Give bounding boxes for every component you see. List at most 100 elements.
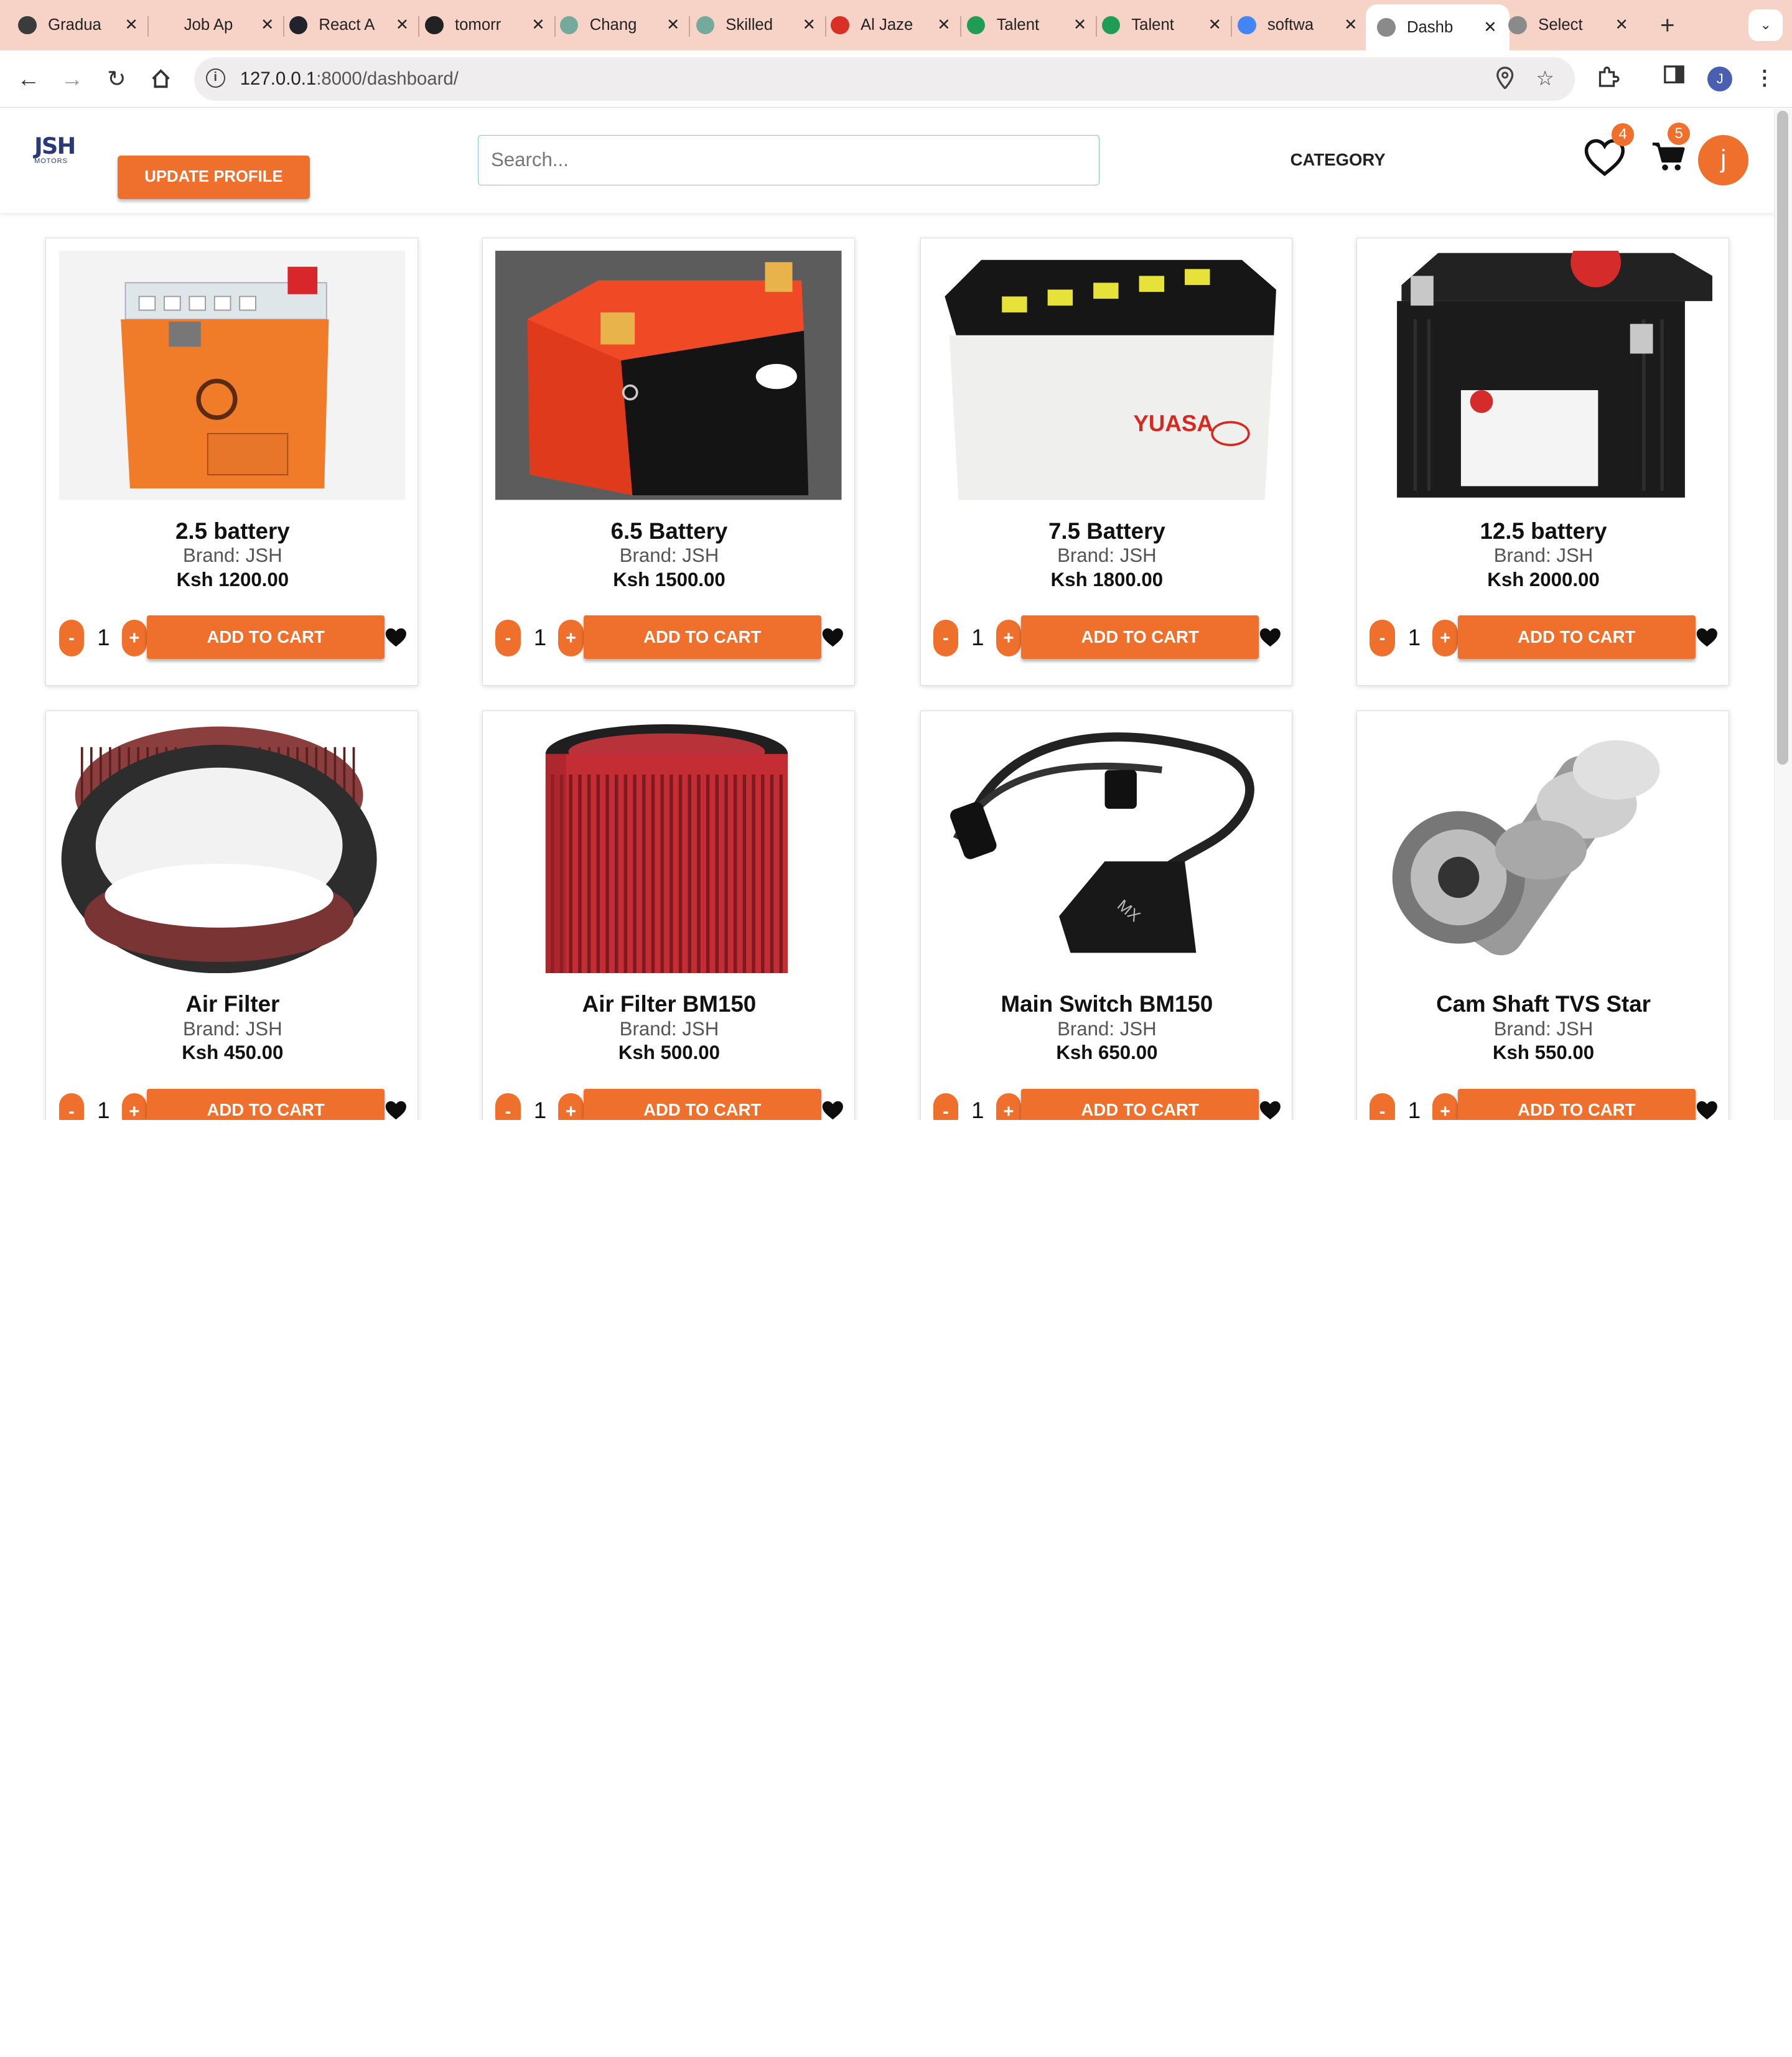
site-info-icon[interactable]: i bbox=[205, 68, 225, 88]
browser-tab[interactable]: tomorr ✕ bbox=[425, 0, 556, 50]
decrease-quantity-button[interactable]: - bbox=[933, 620, 959, 657]
new-tab-button[interactable]: + bbox=[1654, 11, 1681, 39]
quantity-value: 1 bbox=[533, 1098, 547, 1120]
close-tab-icon[interactable]: ✕ bbox=[1343, 16, 1359, 34]
product-name[interactable]: Main Switch BM150 bbox=[921, 991, 1294, 1017]
product-name[interactable]: 2.5 battery bbox=[46, 518, 419, 544]
product-name[interactable]: 7.5 Battery bbox=[921, 518, 1294, 544]
browser-tab[interactable]: Chang ✕ bbox=[559, 0, 691, 50]
side-panel-icon[interactable] bbox=[1661, 65, 1688, 93]
add-to-wishlist-button[interactable] bbox=[821, 1100, 844, 1120]
increase-quantity-button[interactable]: + bbox=[121, 1093, 147, 1120]
product-image[interactable] bbox=[495, 724, 842, 974]
close-tab-icon[interactable]: ✕ bbox=[1613, 16, 1630, 34]
browser-tab[interactable]: Al Jaze ✕ bbox=[831, 0, 961, 50]
add-to-cart-button[interactable]: ADD TO CART bbox=[1021, 615, 1259, 659]
add-to-wishlist-button[interactable] bbox=[1696, 627, 1719, 648]
decrease-quantity-button[interactable]: - bbox=[58, 1093, 85, 1120]
add-to-wishlist-button[interactable] bbox=[1259, 627, 1282, 648]
url-text[interactable]: 127.0.0.1:8000/dashboard/ bbox=[240, 68, 459, 90]
forward-arrow-icon[interactable]: → bbox=[57, 64, 87, 94]
browser-tab[interactable]: React A ✕ bbox=[289, 0, 419, 50]
extensions-puzzle-icon[interactable] bbox=[1594, 65, 1622, 93]
browser-tab[interactable]: Dashb ✕ bbox=[1365, 4, 1510, 50]
increase-quantity-button[interactable]: + bbox=[1432, 620, 1458, 657]
product-name[interactable]: 6.5 Battery bbox=[483, 518, 856, 544]
close-tab-icon[interactable]: ✕ bbox=[394, 16, 411, 34]
product-image[interactable] bbox=[495, 251, 842, 500]
product-name[interactable]: 12.5 battery bbox=[1357, 518, 1730, 544]
bookmark-star-icon[interactable]: ☆ bbox=[1533, 67, 1557, 91]
product-name[interactable]: Cam Shaft TVS Star bbox=[1357, 991, 1730, 1017]
add-to-cart-button[interactable]: ADD TO CART bbox=[583, 1088, 821, 1120]
increase-quantity-button[interactable]: + bbox=[121, 620, 147, 657]
search-input[interactable] bbox=[477, 134, 1099, 185]
increase-quantity-button[interactable]: + bbox=[558, 1093, 584, 1120]
decrease-quantity-button[interactable]: - bbox=[1370, 1093, 1395, 1120]
reload-icon[interactable]: ↻ bbox=[101, 64, 131, 94]
close-tab-icon[interactable]: ✕ bbox=[936, 16, 952, 34]
product-name[interactable]: Air Filter bbox=[46, 991, 419, 1017]
decrease-quantity-button[interactable]: - bbox=[1370, 620, 1395, 657]
product-image[interactable] bbox=[58, 724, 406, 974]
add-to-cart-button[interactable]: ADD TO CART bbox=[1457, 1088, 1696, 1120]
product-name[interactable]: Air Filter BM150 bbox=[483, 991, 856, 1017]
address-bar[interactable]: i 127.0.0.1:8000/dashboard/ ☆ bbox=[194, 57, 1575, 101]
location-pin-icon[interactable] bbox=[1493, 66, 1518, 91]
browser-tab[interactable]: Skilled ✕ bbox=[696, 0, 826, 50]
browser-tab-title: Talent bbox=[1131, 16, 1174, 34]
increase-quantity-button[interactable]: + bbox=[1432, 1093, 1458, 1120]
add-to-wishlist-button[interactable] bbox=[385, 1100, 408, 1120]
product-image[interactable]: YUASA bbox=[933, 251, 1280, 500]
product-image[interactable]: MX bbox=[933, 724, 1280, 974]
close-tab-icon[interactable]: ✕ bbox=[1072, 16, 1088, 34]
product-image[interactable] bbox=[58, 251, 406, 500]
add-to-cart-button[interactable]: ADD TO CART bbox=[147, 1088, 385, 1120]
browser-tab[interactable]: Talent ✕ bbox=[1101, 0, 1232, 50]
update-profile-button[interactable]: UPDATE PROFILE bbox=[118, 155, 310, 199]
heart-filled-icon bbox=[1696, 1101, 1717, 1120]
add-to-cart-button[interactable]: ADD TO CART bbox=[1021, 1088, 1259, 1120]
increase-quantity-button[interactable]: + bbox=[996, 620, 1022, 657]
browser-tab[interactable]: Talent ✕ bbox=[966, 0, 1098, 50]
add-to-cart-button[interactable]: ADD TO CART bbox=[1457, 615, 1696, 659]
browser-tab[interactable]: softwa ✕ bbox=[1238, 0, 1359, 50]
jsh-motors-logo[interactable]: JSH MOTORS bbox=[34, 133, 82, 172]
wishlist-button[interactable]: 4 bbox=[1583, 123, 1635, 177]
add-to-wishlist-button[interactable] bbox=[1696, 1100, 1719, 1120]
close-tab-icon[interactable]: ✕ bbox=[259, 16, 276, 34]
close-tab-icon[interactable]: ✕ bbox=[665, 16, 681, 34]
user-avatar[interactable]: j bbox=[1698, 134, 1749, 185]
decrease-quantity-button[interactable]: - bbox=[495, 620, 521, 657]
increase-quantity-button[interactable]: + bbox=[996, 1093, 1022, 1120]
decrease-quantity-button[interactable]: - bbox=[58, 620, 85, 657]
back-arrow-icon[interactable]: ← bbox=[14, 64, 44, 94]
browser-tab[interactable]: Select ✕ bbox=[1508, 0, 1630, 50]
add-to-wishlist-button[interactable] bbox=[1259, 1100, 1282, 1120]
add-to-wishlist-button[interactable] bbox=[385, 627, 408, 648]
browser-tab-title: Skilled bbox=[726, 16, 773, 34]
browser-profile-avatar[interactable]: J bbox=[1707, 66, 1733, 91]
tab-search-chevron-icon[interactable]: ⌄ bbox=[1748, 9, 1783, 42]
add-to-cart-button[interactable]: ADD TO CART bbox=[147, 615, 385, 659]
product-image[interactable] bbox=[1370, 251, 1716, 500]
close-tab-icon[interactable]: ✕ bbox=[801, 16, 817, 34]
home-icon[interactable] bbox=[146, 64, 176, 94]
page-scrollbar-thumb[interactable] bbox=[1777, 111, 1789, 765]
close-tab-icon[interactable]: ✕ bbox=[1482, 18, 1498, 37]
close-tab-icon[interactable]: ✕ bbox=[123, 16, 139, 34]
decrease-quantity-button[interactable]: - bbox=[933, 1093, 959, 1120]
decrease-quantity-button[interactable]: - bbox=[495, 1093, 521, 1120]
heart-filled-icon bbox=[385, 1101, 406, 1120]
increase-quantity-button[interactable]: + bbox=[558, 620, 584, 657]
browser-tab[interactable]: Gradua ✕ bbox=[18, 0, 149, 50]
add-to-cart-button[interactable]: ADD TO CART bbox=[583, 615, 821, 659]
browser-tab[interactable]: Job Ap ✕ bbox=[154, 0, 285, 50]
browser-menu-icon[interactable]: ⋮ bbox=[1751, 65, 1778, 93]
add-to-wishlist-button[interactable] bbox=[821, 627, 844, 648]
category-menu[interactable]: CATEGORY bbox=[1290, 150, 1386, 170]
cart-button[interactable]: 5 bbox=[1651, 122, 1691, 172]
close-tab-icon[interactable]: ✕ bbox=[1207, 16, 1223, 34]
product-image[interactable] bbox=[1370, 724, 1716, 974]
close-tab-icon[interactable]: ✕ bbox=[530, 16, 546, 34]
